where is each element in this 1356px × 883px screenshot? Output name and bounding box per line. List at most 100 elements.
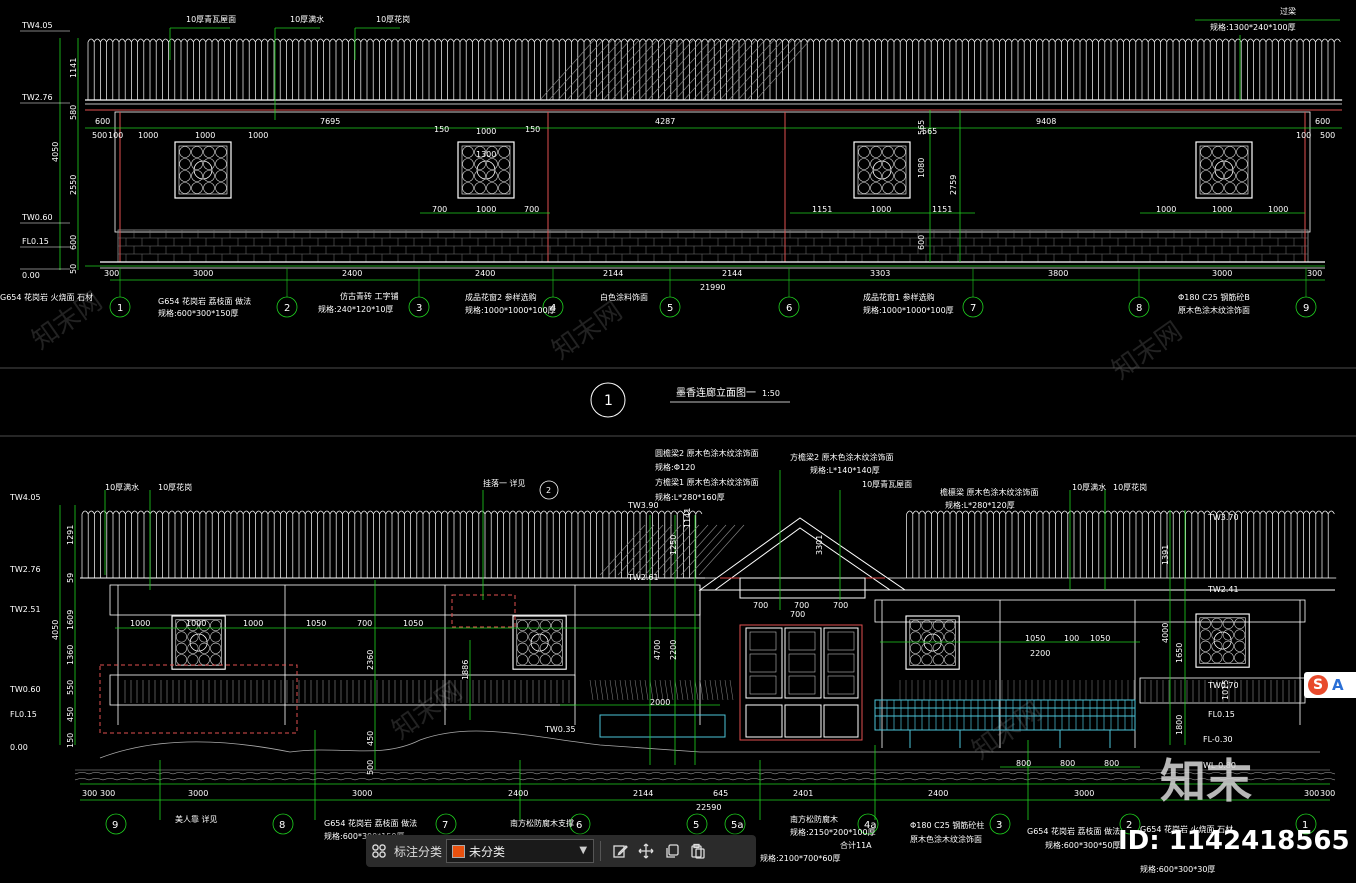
edit-icon[interactable] bbox=[607, 838, 633, 864]
dimension-text: 1000 bbox=[871, 205, 891, 214]
watermark-text: 知末网 bbox=[387, 676, 468, 745]
dimension-text: 59 bbox=[66, 573, 75, 583]
dimension-text: 50 bbox=[69, 264, 78, 274]
dimension-text: 1000 bbox=[476, 205, 496, 214]
cad-drawing-canvas[interactable]: 知末网 知末网 知末网 知末网 知末网 TW4.05 TW2.76 TW0.60… bbox=[0, 0, 1356, 883]
level-label: FL0.15 bbox=[1208, 710, 1235, 719]
callout-label: 10厚满水 bbox=[290, 14, 324, 24]
dimension-text: 3800 bbox=[1048, 269, 1068, 278]
level-label: TW2.61 bbox=[627, 573, 659, 582]
callout-label: 过梁 bbox=[1280, 6, 1296, 16]
dimension-text: 700 bbox=[794, 601, 809, 610]
dimension-text: 300 bbox=[1320, 789, 1335, 798]
dimension-text: 565 bbox=[917, 120, 926, 135]
lattice-window bbox=[174, 141, 232, 199]
dimension-text: 700 bbox=[790, 610, 805, 619]
side-badge-button[interactable]: S A bbox=[1304, 672, 1356, 698]
dimension-text: 450 bbox=[366, 731, 375, 746]
axis-label: 5 bbox=[667, 303, 673, 314]
dimension-lines-lower bbox=[59, 470, 1330, 820]
level-label: TW0.60 bbox=[21, 213, 53, 222]
material-note: Φ180 C25 钢筋砼柱 bbox=[910, 820, 984, 830]
paste-icon[interactable] bbox=[685, 838, 711, 864]
material-note: 南方松防腐木支撑 bbox=[510, 818, 574, 828]
dimension-text: 500 bbox=[1320, 131, 1335, 140]
category-select[interactable]: 未分类 ▼ bbox=[446, 839, 595, 863]
dimension-text: 2200 bbox=[669, 640, 678, 660]
total-dimension: 21990 bbox=[700, 283, 725, 292]
drawing-title-text: 墨香连廊立面图一 bbox=[676, 386, 756, 399]
dimension-text: 700 bbox=[524, 205, 539, 214]
axis-label: 3 bbox=[996, 820, 1002, 831]
material-note: 规格:600*300*30厚 bbox=[1140, 864, 1215, 874]
watermark-text: 知末网 bbox=[967, 696, 1048, 765]
material-note: 规格:2150*200*100厚 bbox=[790, 827, 876, 837]
dimension-text: 1250 bbox=[669, 535, 678, 555]
axis-label: 7 bbox=[970, 303, 976, 314]
axis-label: 8 bbox=[279, 820, 285, 831]
bench bbox=[599, 714, 726, 738]
dimension-text: 1141 bbox=[69, 58, 78, 78]
dimension-text: 2400 bbox=[342, 269, 362, 278]
material-note: G654 花岗岩 火烧面 石材 bbox=[0, 292, 93, 302]
axis-label: 6 bbox=[576, 820, 582, 831]
axis-label: 9 bbox=[1303, 303, 1309, 314]
dimension-text: 1360 bbox=[66, 645, 75, 665]
dimension-text: 1050 bbox=[1025, 634, 1045, 643]
dimension-text: 1000 bbox=[138, 131, 158, 140]
dimension-text: 2550 bbox=[69, 175, 78, 195]
detail-ref: 2 bbox=[546, 486, 551, 495]
dimension-text: 700 bbox=[753, 601, 768, 610]
callout-label: 规格:L*280*160厚 bbox=[655, 492, 725, 502]
dimension-text: 2200 bbox=[1030, 649, 1050, 658]
axis-label: 5 bbox=[693, 820, 699, 831]
dimension-text: 1391 bbox=[1161, 545, 1170, 565]
callout-label: 檐檩梁 原木色涂木纹涂饰面 bbox=[940, 487, 1039, 497]
dimension-text: 300 bbox=[1307, 269, 1322, 278]
level-label: TW4.05 bbox=[9, 493, 41, 502]
dimension-text-group: 600500 100 1000 1000 10007695150 1000 15042875… bbox=[92, 117, 1335, 140]
dimension-text: 500 bbox=[366, 760, 375, 775]
material-note: 规格:2100*700*60厚 bbox=[760, 853, 841, 863]
grid-icon[interactable] bbox=[366, 838, 392, 864]
move-icon[interactable] bbox=[633, 838, 659, 864]
dimension-text: 550 bbox=[66, 680, 75, 695]
lattice-window bbox=[1195, 141, 1253, 199]
lattice-window bbox=[512, 615, 567, 670]
dimension-text: 4050 bbox=[51, 142, 60, 162]
dimension-text: 4000 bbox=[1161, 623, 1170, 643]
dimension-text: 2144 bbox=[722, 269, 742, 278]
axis-label: 1 bbox=[117, 303, 123, 314]
material-note: G654 花岗岩 荔枝面 做法 bbox=[1027, 826, 1120, 836]
dimension-text: 100 bbox=[1064, 634, 1079, 643]
material-note: 成品花窗2 参样选购 bbox=[465, 292, 537, 302]
axis-label: 3 bbox=[416, 303, 422, 314]
dimension-text: 2400 bbox=[928, 789, 948, 798]
dimension-text: 1000 bbox=[476, 127, 496, 136]
dimension-text: 4700 bbox=[653, 640, 662, 660]
material-note: G654 花岗岩 荔枝面 做法 bbox=[324, 818, 417, 828]
dimension-text: 500 bbox=[92, 131, 107, 140]
dimension-text: 2000 bbox=[650, 698, 670, 707]
callout-label: 10厚青瓦屋面 bbox=[186, 14, 236, 24]
brick-base-upper bbox=[117, 229, 1309, 263]
lattice-window bbox=[853, 141, 911, 199]
copy-icon[interactable] bbox=[659, 838, 685, 864]
level-label: TW2.76 bbox=[9, 565, 41, 574]
material-notes: G654 花岗岩 荔枝面 做法规格:600*300*150厚 仿古青砖 工字铺规格… bbox=[0, 291, 1250, 318]
level-label: TW4.05 bbox=[21, 21, 53, 30]
dimension-text: 1000 bbox=[130, 619, 150, 628]
callout-note: 规格:1300*240*100厚 bbox=[1210, 22, 1296, 32]
dimension-text: 1000 bbox=[195, 131, 215, 140]
dimension-lines-upper bbox=[59, 19, 1342, 281]
dimension-text-group: 1291 59 1609 4050 1360 550 450 150 2360 1886 450 50… bbox=[51, 508, 1230, 775]
dimension-text-group: 1300 700 1000 700 1151 1000 1151 1000 1000 1000 bbox=[432, 150, 1288, 214]
dimension-text: 2144 bbox=[633, 789, 653, 798]
dimension-text: 300 bbox=[82, 789, 97, 798]
dimension-text-group: 300 300 3000 3000 2400 2144 645 2401 2400 3000 300… bbox=[82, 789, 1335, 798]
callout-label: 圆檐梁2 原木色涂木纹涂饰面 bbox=[655, 448, 759, 458]
chevron-down-icon: ▼ bbox=[579, 845, 588, 856]
axis-label: 6 bbox=[786, 303, 792, 314]
axis-label: 8 bbox=[1136, 303, 1142, 314]
dimension-text: 1151 bbox=[932, 205, 952, 214]
